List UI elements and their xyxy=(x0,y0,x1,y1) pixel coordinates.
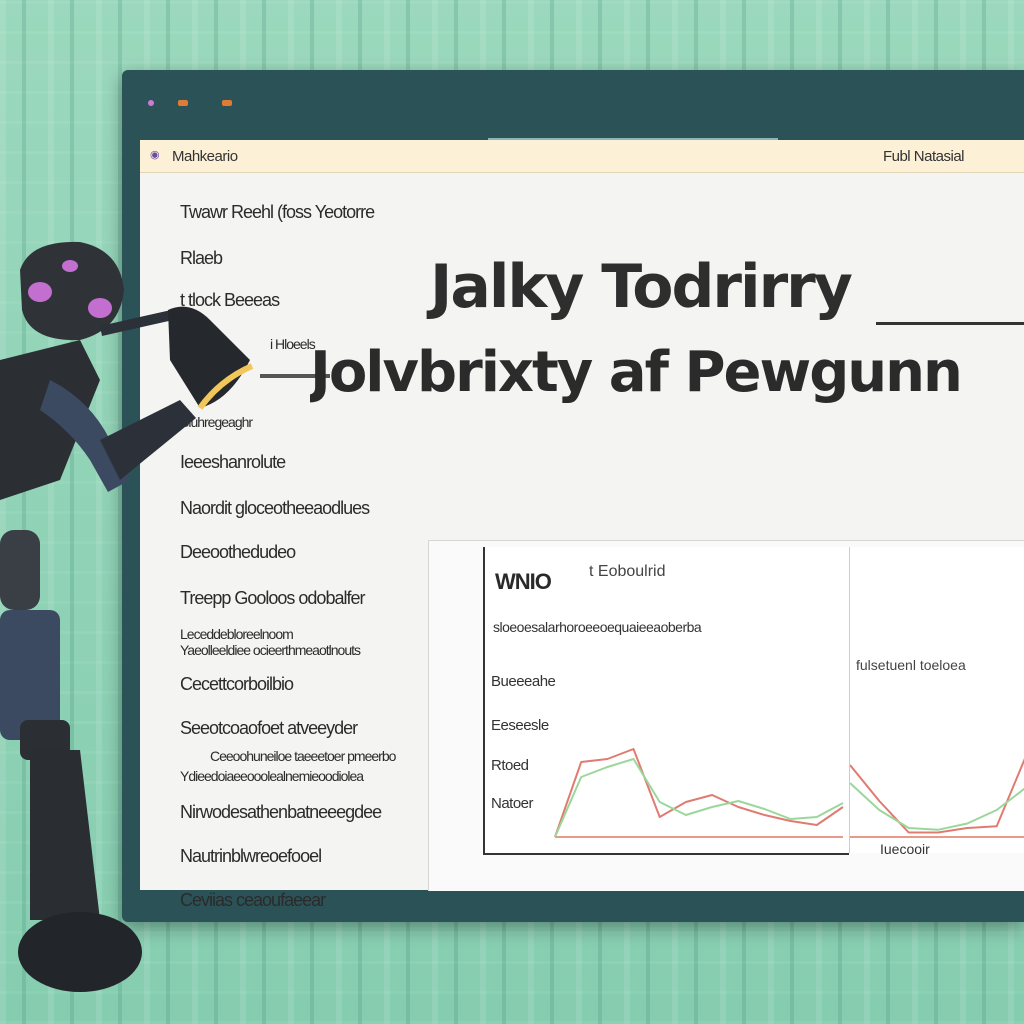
address-bar-right-text[interactable]: Fubl Natasial xyxy=(883,148,965,165)
chart-title: WNIO xyxy=(495,569,552,594)
chart-panel: WNIO t Eoboulrid sloeoesalarhoroeeoequai… xyxy=(428,540,1024,891)
chart-series-line xyxy=(554,748,844,838)
y-axis-label: Eeseesle xyxy=(491,717,549,734)
page-title: Jalky Todrirry xyxy=(430,252,853,322)
y-axis-label: Bueeeahe xyxy=(491,673,556,690)
robot-eye-icon xyxy=(88,298,112,318)
tab-title[interactable]: Mahkeario xyxy=(172,148,238,165)
robot-illustration xyxy=(0,241,254,992)
line-chart-card: WNIO t Eoboulrid sloeoesalarhoroeeoequai… xyxy=(483,547,849,855)
window-dot-icon[interactable] xyxy=(222,100,232,106)
mini-line-chart xyxy=(849,758,1024,838)
mini-chart-x-label: Iuecooir xyxy=(880,841,930,857)
sidebar-item[interactable]: Twawr Reehl (foss Yeotorre xyxy=(180,202,375,223)
desk-lamp-icon xyxy=(168,306,254,410)
window-dot-icon[interactable] xyxy=(148,100,154,106)
mini-chart-card: fulsetuenl toeloea Iuecooir xyxy=(849,547,1024,857)
mini-chart-label: fulsetuenl toeloea xyxy=(856,657,966,673)
window-dot-icon[interactable] xyxy=(178,100,188,106)
chart-subtitle: t Eoboulrid xyxy=(589,563,666,580)
y-axis-label: Rtoed xyxy=(491,757,529,774)
title-underline xyxy=(876,322,1024,325)
chart-series-line xyxy=(849,758,1024,834)
address-bar[interactable]: ◉ Mahkeario Fubl Natasial xyxy=(140,140,1024,173)
chart-caption: sloeoesalarhoroeeoequaieeaoberba xyxy=(493,619,702,635)
robot-eye-icon xyxy=(28,282,52,302)
y-axis-label: Natoer xyxy=(491,795,534,812)
globe-icon: ◉ xyxy=(150,149,160,161)
page-subtitle: Jolvbrixty af Pewgunn xyxy=(310,340,963,405)
